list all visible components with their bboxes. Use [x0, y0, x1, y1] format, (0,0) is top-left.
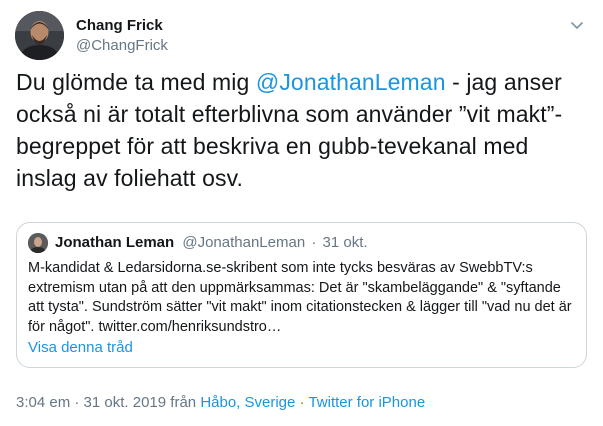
quoted-separator: · [311, 234, 317, 251]
footer-separator-2: · [295, 394, 309, 411]
location-link[interactable]: Håbo, Sverige [200, 394, 295, 411]
quoted-header: Jonathan Leman @JonathanLeman · 31 okt. [55, 234, 368, 252]
author-handle[interactable]: @ChangFrick [76, 37, 168, 55]
tweet-text-before: Du glömde ta med mig [16, 69, 256, 95]
quoted-text: M-kandidat & Ledarsidorna.se-skribent so… [28, 260, 572, 335]
quoted-author-avatar [28, 233, 48, 253]
author-name[interactable]: Chang Frick [76, 17, 168, 35]
quoted-tweet[interactable]: Jonathan Leman @JonathanLeman · 31 okt. … [16, 222, 587, 368]
show-thread-link[interactable]: Visa denna tråd [28, 339, 133, 357]
tweet-time[interactable]: 3:04 em [16, 394, 70, 411]
quoted-date: 31 okt. [322, 234, 368, 251]
quoted-author-handle: @JonathanLeman [182, 234, 306, 251]
author-avatar[interactable] [15, 11, 64, 60]
tweet-card: Chang Frick @ChangFrick Du glömde ta med… [0, 0, 603, 426]
tweet-text: Du glömde ta med mig @JonathanLeman - ja… [16, 66, 591, 194]
author-block: Chang Frick @ChangFrick [76, 17, 168, 55]
footer-from: från [166, 394, 201, 411]
footer-separator: · [70, 394, 84, 411]
mention-link[interactable]: @JonathanLeman [256, 69, 446, 95]
quoted-author-name: Jonathan Leman [55, 234, 175, 251]
tweet-date[interactable]: 31 okt. 2019 [84, 394, 167, 411]
chevron-down-icon[interactable] [568, 16, 586, 34]
source-link[interactable]: Twitter for iPhone [308, 394, 425, 411]
tweet-footer: 3:04 em · 31 okt. 2019 från Håbo, Sverig… [16, 394, 425, 412]
